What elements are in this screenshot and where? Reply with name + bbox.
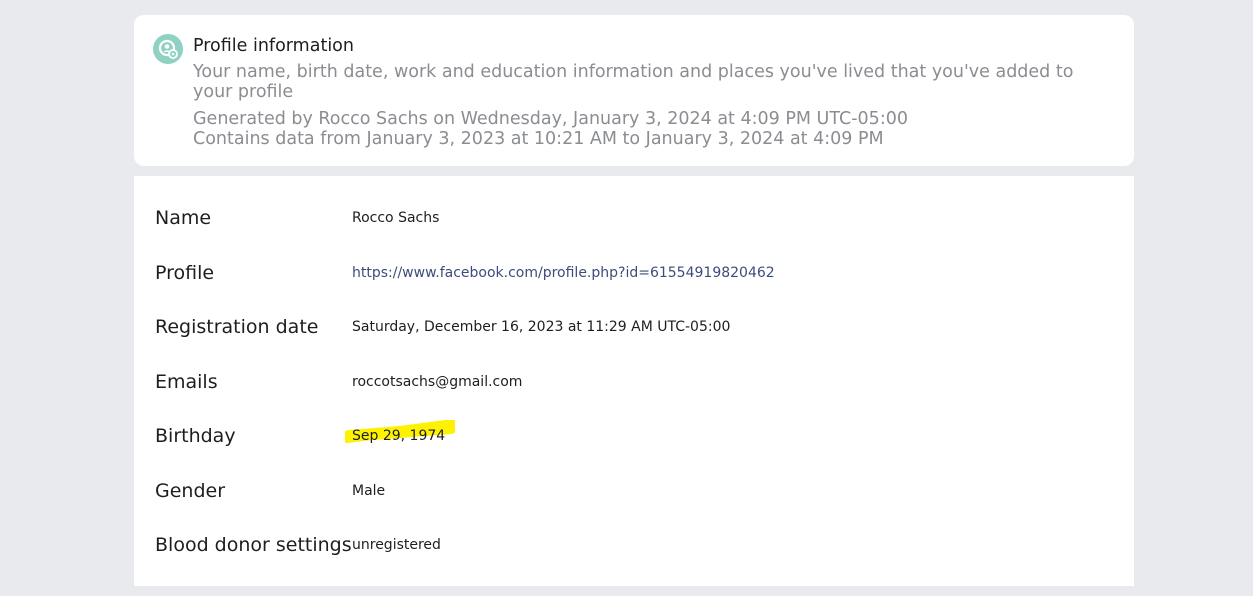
row-value: Saturday, December 16, 2023 at 11:29 AM … [352,319,731,335]
row-value: Rocco Sachs [352,210,440,226]
row-label: Name [155,207,212,229]
row-value: Male [352,483,386,499]
row-registration-date: Registration date Saturday, December 16,… [155,312,1115,342]
profile-info-header-card: Profile information Your name, birth dat… [134,15,1134,166]
row-label: Blood donor settings [155,534,352,556]
row-label: Emails [155,371,218,393]
row-label: Birthday [155,425,236,447]
row-emails: Emails roccotsachs@gmail.com [155,367,1115,397]
section-title: Profile information [193,36,354,56]
row-label: Gender [155,480,226,502]
row-label: Profile [155,262,215,284]
generated-by-text: Generated by Rocco Sachs on Wednesday, J… [193,109,908,129]
profile-data-table: Name Rocco Sachs Profile https://www.fac… [134,176,1134,586]
row-name: Name Rocco Sachs [155,203,1115,233]
row-value: Sep 29, 1974 [352,428,446,444]
profile-link[interactable]: https://www.facebook.com/profile.php?id=… [352,258,775,288]
row-birthday: Birthday Sep 29, 1974 [155,421,1115,451]
row-label: Registration date [155,316,319,338]
row-gender: Gender Male [155,476,1115,506]
row-blood-donor-settings: Blood donor settings unregistered [155,530,1115,560]
section-description: Your name, birth date, work and educatio… [193,62,1074,102]
privacy-checkup-icon [153,34,183,64]
row-profile: Profile https://www.facebook.com/profile… [155,258,1115,288]
row-value: roccotsachs@gmail.com [352,374,523,390]
date-range-text: Contains data from January 3, 2023 at 10… [193,129,884,149]
row-value: unregistered [352,537,441,553]
